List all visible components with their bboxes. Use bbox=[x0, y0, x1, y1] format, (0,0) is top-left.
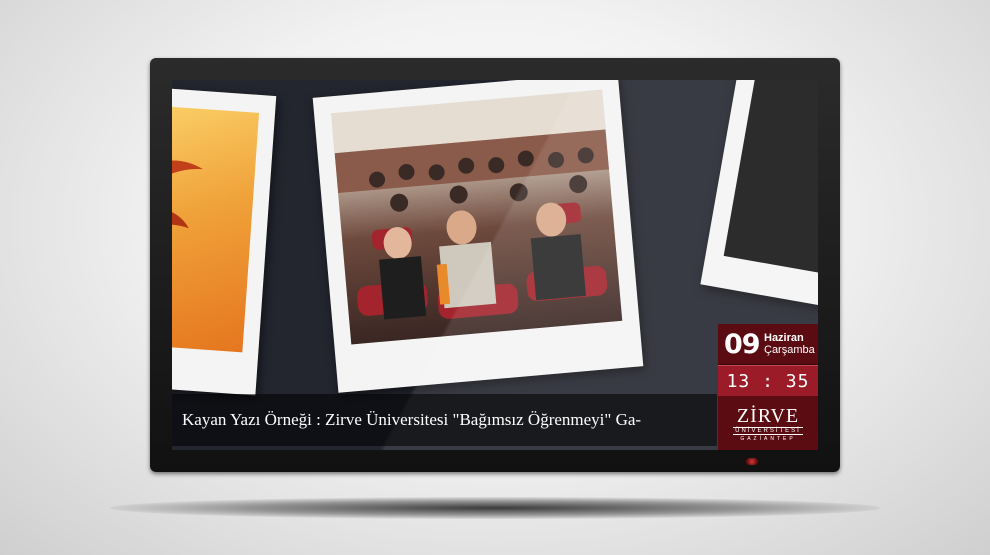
logo-name: ZİRVE bbox=[736, 404, 800, 427]
auditorium-photo bbox=[331, 89, 623, 345]
polaroid-photo-right bbox=[700, 80, 818, 313]
audience-illustration bbox=[331, 89, 610, 320]
weekday-label: Çarşamba bbox=[764, 344, 815, 356]
ticker-text: Kayan Yazı Örneği : Zirve Üniversitesi "… bbox=[182, 410, 642, 429]
news-ticker: Kayan Yazı Örneği : Zirve Üniversitesi "… bbox=[172, 394, 717, 446]
tv-frame: Kayan Yazı Örneği : Zirve Üniversitesi "… bbox=[150, 58, 840, 472]
month-label: Haziran bbox=[764, 332, 804, 344]
day-number: 09 bbox=[724, 328, 761, 360]
date-box: 09 Haziran Çarşamba bbox=[718, 324, 818, 365]
polaroid-photo-left bbox=[172, 84, 277, 396]
digital-signage-screen: Kayan Yazı Örneği : Zirve Üniversitesi "… bbox=[172, 80, 818, 450]
clock: 13 : 35 bbox=[718, 365, 818, 396]
power-led-icon bbox=[746, 458, 758, 465]
dark-photo bbox=[723, 80, 818, 278]
tv-shadow bbox=[110, 497, 880, 519]
polaroid-photo-main bbox=[312, 80, 644, 393]
logo-sub: ÜNİVERSİTESİ bbox=[733, 426, 803, 435]
month-weekday: Haziran Çarşamba bbox=[758, 332, 815, 356]
palm-tree-photo bbox=[172, 103, 260, 353]
logo-city: GAZİANTEP bbox=[740, 435, 796, 442]
info-panel: 09 Haziran Çarşamba 13 : 35 ZİRVE ÜNİVER… bbox=[718, 324, 818, 450]
time-label: 13 : 35 bbox=[726, 370, 810, 392]
palm-tree-icon bbox=[172, 160, 203, 244]
university-logo: ZİRVE ÜNİVERSİTESİ GAZİANTEP bbox=[718, 396, 818, 450]
